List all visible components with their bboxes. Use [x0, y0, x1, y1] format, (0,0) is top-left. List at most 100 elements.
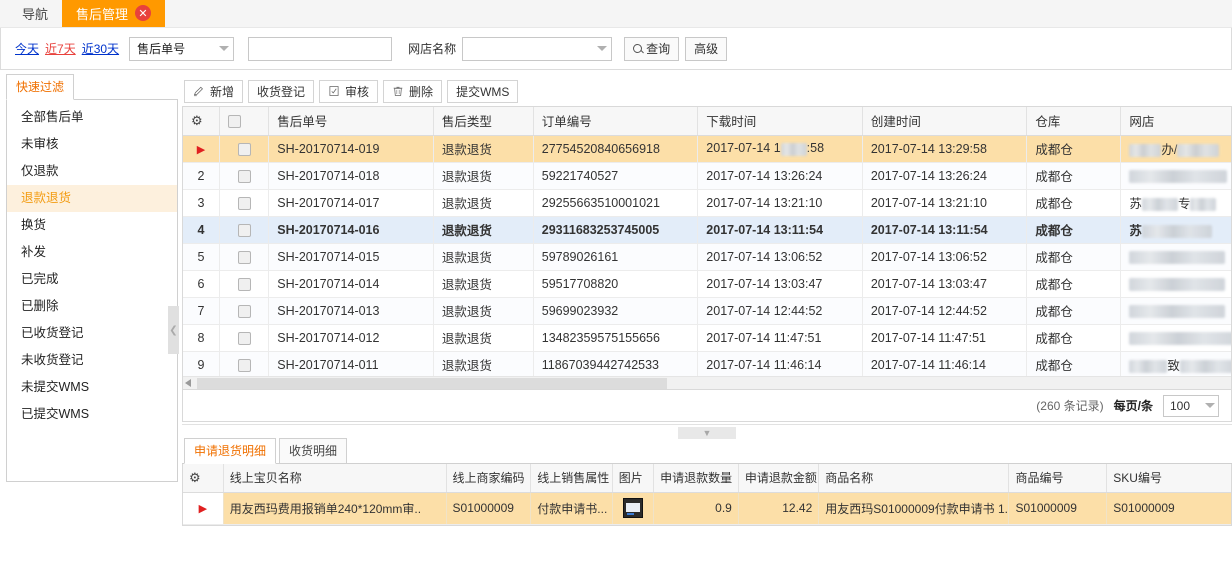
row-checkbox[interactable]: [238, 359, 251, 372]
row-checkbox-cell[interactable]: [219, 216, 268, 243]
row-checkbox[interactable]: [238, 305, 251, 318]
select-all-checkbox[interactable]: [228, 115, 241, 128]
tab-quick-filter[interactable]: 快速过滤: [6, 74, 74, 100]
sidebar-item-exchange[interactable]: 换货: [7, 212, 177, 239]
sidebar-item-refund-only[interactable]: 仅退款: [7, 158, 177, 185]
table-row[interactable]: 2 SH-20170714-018 退款退货 59221740527 2017-…: [183, 162, 1232, 189]
table-row[interactable]: ▶ 用友西玛费用报销单240*120mm审.. S01000009 付款申请书.…: [183, 492, 1232, 524]
sidebar-item-not-submitted-wms[interactable]: 未提交WMS: [7, 374, 177, 401]
row-checkbox[interactable]: [238, 224, 251, 237]
search-keyword-input[interactable]: [248, 37, 392, 61]
grid-settings-header[interactable]: ⚙: [183, 107, 219, 135]
detail-grid-settings-header[interactable]: ⚙: [183, 464, 223, 492]
column-create-time[interactable]: 创建时间: [862, 107, 1027, 135]
row-checkbox[interactable]: [238, 251, 251, 264]
quick-range-last30days[interactable]: 近30天: [82, 40, 119, 57]
receive-register-button[interactable]: 收货登记: [248, 80, 314, 103]
cell-image[interactable]: [612, 492, 653, 524]
row-checkbox-cell[interactable]: [219, 297, 268, 324]
cell-create-time: 2017-07-14 13:26:24: [862, 162, 1027, 189]
table-row[interactable]: 8 SH-20170714-012 退款退货 13482359575155656…: [183, 324, 1232, 351]
panel-collapse-handle[interactable]: ❮: [168, 306, 179, 354]
column-refund-amount[interactable]: 申请退款金额: [738, 464, 818, 492]
advanced-search-button[interactable]: 高级: [685, 37, 727, 61]
column-warehouse[interactable]: 仓库: [1027, 107, 1121, 135]
row-checkbox-cell[interactable]: [219, 162, 268, 189]
column-refund-qty[interactable]: 申请退款数量: [654, 464, 739, 492]
table-row[interactable]: 5 SH-20170714-015 退款退货 59789026161 2017-…: [183, 243, 1232, 270]
row-checkbox-cell[interactable]: [219, 270, 268, 297]
tab-after-sales-management[interactable]: 售后管理 ✕: [62, 0, 165, 27]
page-size-select[interactable]: 100: [1163, 395, 1219, 417]
gear-icon[interactable]: ⚙: [189, 470, 201, 485]
search-bar: 今天 近7天 近30天 售后单号 网店名称 查询 高级: [0, 28, 1232, 70]
quick-range-last7days[interactable]: 近7天: [45, 40, 76, 57]
store-name-select[interactable]: [462, 37, 612, 61]
row-checkbox[interactable]: [238, 143, 251, 156]
column-online-sale-attribute[interactable]: 线上销售属性: [531, 464, 613, 492]
sidebar-item-deleted[interactable]: 已删除: [7, 293, 177, 320]
column-online-merchant-code[interactable]: 线上商家编码: [446, 464, 531, 492]
row-checkbox[interactable]: [238, 170, 251, 183]
search-field-select[interactable]: 售后单号: [129, 37, 234, 61]
audit-button[interactable]: 审核: [319, 80, 378, 103]
delete-button[interactable]: 删除: [383, 80, 442, 103]
column-after-sale-type[interactable]: 售后类型: [433, 107, 533, 135]
cell-warehouse: 成都仓: [1027, 297, 1121, 324]
submit-wms-button[interactable]: 提交WMS: [447, 80, 518, 103]
scroll-left-arrow-icon[interactable]: [185, 379, 191, 387]
table-row[interactable]: 3 SH-20170714-017 退款退货 29255663510001021…: [183, 189, 1232, 216]
search-field-select-value: 售后单号: [137, 40, 211, 57]
row-number: 7: [183, 297, 219, 324]
row-checkbox-cell[interactable]: [219, 243, 268, 270]
column-image[interactable]: 图片: [612, 464, 653, 492]
tab-navigation[interactable]: 导航: [8, 0, 62, 27]
submit-wms-button-label: 提交WMS: [456, 83, 509, 100]
column-sku-code[interactable]: SKU编号: [1107, 464, 1232, 492]
sidebar-item-submitted-wms[interactable]: 已提交WMS: [7, 401, 177, 428]
table-row[interactable]: 6 SH-20170714-014 退款退货 59517708820 2017-…: [183, 270, 1232, 297]
row-checkbox-cell[interactable]: [219, 135, 268, 162]
row-checkbox[interactable]: [238, 332, 251, 345]
scroll-thumb[interactable]: [197, 378, 667, 389]
row-checkbox-cell[interactable]: [219, 189, 268, 216]
product-thumbnail-icon[interactable]: [623, 498, 643, 518]
table-row[interactable]: 7 SH-20170714-013 退款退货 59699023932 2017-…: [183, 297, 1232, 324]
tab-receiving-detail[interactable]: 收货明细: [279, 438, 347, 464]
sidebar-item-unaudited[interactable]: 未审核: [7, 131, 177, 158]
sidebar-item-not-received-registered[interactable]: 未收货登记: [7, 347, 177, 374]
column-store[interactable]: 网店: [1121, 107, 1232, 135]
column-order-no[interactable]: 订单编号: [533, 107, 698, 135]
cell-download-time: 2017-07-14 13:11:54: [698, 216, 863, 243]
sidebar-item-received-registered[interactable]: 已收货登记: [7, 320, 177, 347]
select-all-header[interactable]: [219, 107, 268, 135]
table-row[interactable]: 9 SH-20170714-011 退款退货 11867039442742533…: [183, 351, 1232, 378]
add-button[interactable]: 新增: [184, 80, 243, 103]
column-product-name[interactable]: 商品名称: [819, 464, 1009, 492]
gear-icon[interactable]: ⚙: [191, 113, 203, 128]
cell-after-sale-type: 退款退货: [433, 297, 533, 324]
sidebar-item-label: 未提交WMS: [21, 380, 89, 394]
column-product-code[interactable]: 商品编号: [1009, 464, 1107, 492]
table-row[interactable]: 4 SH-20170714-016 退款退货 29311683253745005…: [183, 216, 1232, 243]
row-checkbox[interactable]: [238, 197, 251, 210]
column-online-item-name[interactable]: 线上宝贝名称: [223, 464, 446, 492]
column-after-sale-no[interactable]: 售后单号: [269, 107, 434, 135]
close-icon[interactable]: ✕: [135, 5, 151, 21]
sidebar-item-refund-return[interactable]: 退款退货: [7, 185, 177, 212]
grid-horizontal-scrollbar[interactable]: [183, 376, 1231, 389]
cell-online-sale-attribute: 付款申请书...: [531, 492, 613, 524]
sidebar-item-all-after-sales[interactable]: 全部售后单: [7, 104, 177, 131]
sidebar-item-completed[interactable]: 已完成: [7, 266, 177, 293]
table-row[interactable]: ▶ SH-20170714-019 退款退货 27754520840656918…: [183, 135, 1232, 162]
column-download-time[interactable]: 下载时间: [698, 107, 863, 135]
quick-range-today[interactable]: 今天: [15, 40, 39, 57]
row-checkbox-cell[interactable]: [219, 324, 268, 351]
search-button[interactable]: 查询: [624, 37, 679, 61]
row-checkbox-cell[interactable]: [219, 351, 268, 378]
row-checkbox[interactable]: [238, 278, 251, 291]
sidebar-item-label: 已提交WMS: [21, 407, 89, 421]
tab-return-request-detail[interactable]: 申请退货明细: [184, 438, 276, 464]
sidebar-item-reissue[interactable]: 补发: [7, 239, 177, 266]
splitter-collapse-handle[interactable]: ▼: [678, 427, 736, 439]
